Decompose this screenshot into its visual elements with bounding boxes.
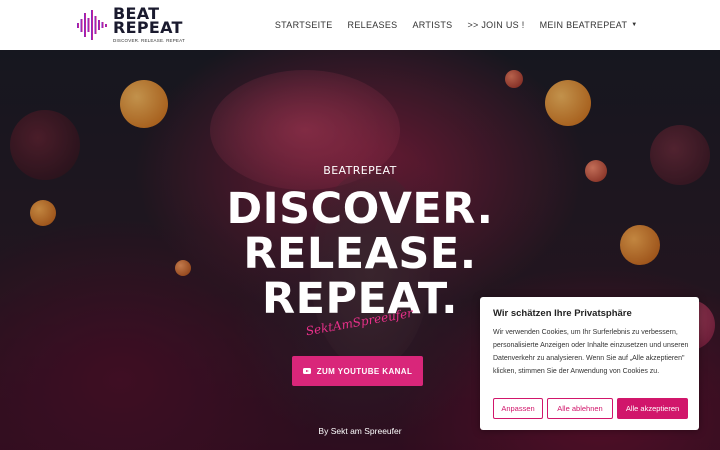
logo-wordmark: BEAT REPEAT [113,6,183,37]
nav-item-label: STARTSEITE [274,20,333,30]
cookie-button-row: Anpassen Alle ablehnen Alle akzeptieren [493,398,688,419]
caret-down-icon: ▼ [631,22,638,28]
logo-tagline: DISCOVER. RELEASE. REPEAT [113,38,185,43]
nav-item-artists[interactable]: ARTISTS [405,20,460,30]
youtube-channel-button[interactable]: ZUM YOUTUBE KANAL [292,356,423,386]
nav-item-label: ARTISTS [412,20,453,30]
cookie-accept-all-button[interactable]: Alle akzeptieren [617,398,688,419]
youtube-icon [302,368,311,374]
nav-item-startseite[interactable]: STARTSEITE [267,20,340,30]
cookie-customize-button[interactable]: Anpassen [493,398,543,419]
headline-line-release: RELEASE. [243,229,477,279]
soundwave-logo-icon [77,10,107,40]
headline-line-discover: DISCOVER. [226,184,494,234]
cookie-title: Wir schätzen Ihre Privatsphäre [493,308,632,319]
cookie-consent-panel: Wir schätzen Ihre Privatsphäre Wir verwe… [480,297,699,430]
nav-item-mein-beatrepeat[interactable]: MEIN BEATREPEAT ▼ [532,20,645,30]
signature-text: SektAmSpreeufer [305,308,415,338]
hero-eyebrow: BEATREPEAT [323,164,397,177]
cookie-text: Wir verwenden Cookies, um Ihr Surferlebn… [493,329,689,375]
cookie-reject-all-button[interactable]: Alle ablehnen [547,398,613,419]
logo-word-repeat: REPEAT [113,18,183,37]
main-nav: STARTSEITE RELEASES ARTISTS >> JOIN US !… [267,0,645,50]
nav-item-releases[interactable]: RELEASES [340,20,405,30]
youtube-button-label: ZUM YOUTUBE KANAL [316,366,413,376]
nav-item-label: MEIN BEATREPEAT [539,20,628,30]
nav-item-label: RELEASES [347,20,398,30]
nav-item-label: >> JOIN US ! [467,20,525,30]
site-header: BEAT REPEAT DISCOVER. RELEASE. REPEAT ST… [0,0,720,50]
nav-item-join-us[interactable]: >> JOIN US ! [460,20,532,30]
site-logo[interactable]: BEAT REPEAT DISCOVER. RELEASE. REPEAT [76,6,186,45]
signature-script: SektAmSpreeufer [305,308,415,338]
